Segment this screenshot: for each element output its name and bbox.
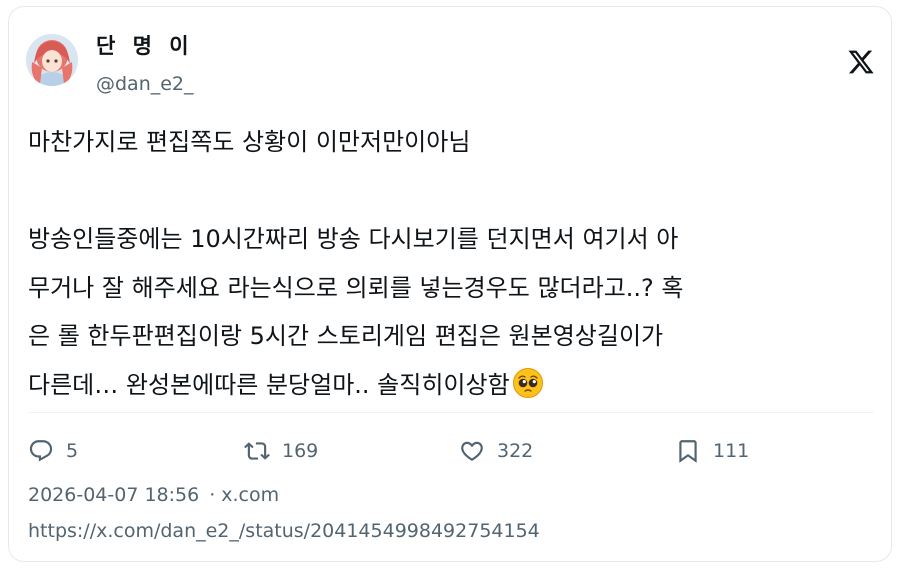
author-handle[interactable]: @dan_e2_ [96, 72, 194, 96]
repost-button[interactable]: 169 [244, 436, 318, 466]
tweet-text: 마찬가지로 편집쪽도 상황이 이만저만이아님 방송인들중에는 10시간짜리 방송… [28, 118, 878, 409]
source-link[interactable]: x.com [221, 484, 279, 506]
tweet-line: 다른데… 완성본에따른 분당얼마.. 솔직히이상함 [28, 370, 510, 399]
reply-count: 5 [66, 440, 79, 462]
bookmark-icon [675, 438, 701, 464]
pleading-face-emoji [512, 367, 543, 398]
reply-button[interactable]: 5 [28, 436, 78, 466]
tweet-last-line: 다른데… 완성본에따른 분당얼마.. 솔직히이상함 [28, 361, 878, 410]
bookmark-count: 111 [713, 440, 750, 462]
repost-count: 169 [282, 440, 319, 462]
avatar[interactable] [26, 34, 78, 86]
meta-separator: · [209, 484, 216, 506]
tweet-line: 마찬가지로 편집쪽도 상황이 이만저만이아님 [28, 128, 471, 156]
like-button[interactable]: 322 [459, 436, 533, 466]
divider [28, 412, 874, 413]
tweet-line: 은 롤 한두판편집이랑 5시간 스토리게임 편집은 원본영상길이가 [28, 322, 664, 350]
x-logo-icon[interactable] [847, 48, 875, 76]
repost-icon [244, 438, 270, 464]
heart-icon [459, 438, 485, 464]
timestamp[interactable]: 2026-04-07 18:56 [28, 484, 199, 506]
reply-icon [28, 438, 54, 464]
like-count: 322 [497, 440, 534, 462]
tweet-line: 방송인들중에는 10시간짜리 방송 다시보기를 던지면서 여기서 아 [28, 225, 679, 253]
author-display-name[interactable]: 단 명 이 [96, 32, 194, 60]
tweet-url[interactable]: https://x.com/dan_e2_/status/20414549984… [28, 518, 540, 544]
tweet-line [28, 167, 878, 216]
bookmark-button[interactable]: 111 [675, 436, 749, 466]
avatar-image [26, 34, 78, 86]
tweet-meta: 2026-04-07 18:56 · x.com [28, 482, 279, 508]
tweet-line: 무거나 잘 해주세요 라는식으로 의뢰를 넣는경우도 많더라고..? 혹 [28, 273, 684, 302]
